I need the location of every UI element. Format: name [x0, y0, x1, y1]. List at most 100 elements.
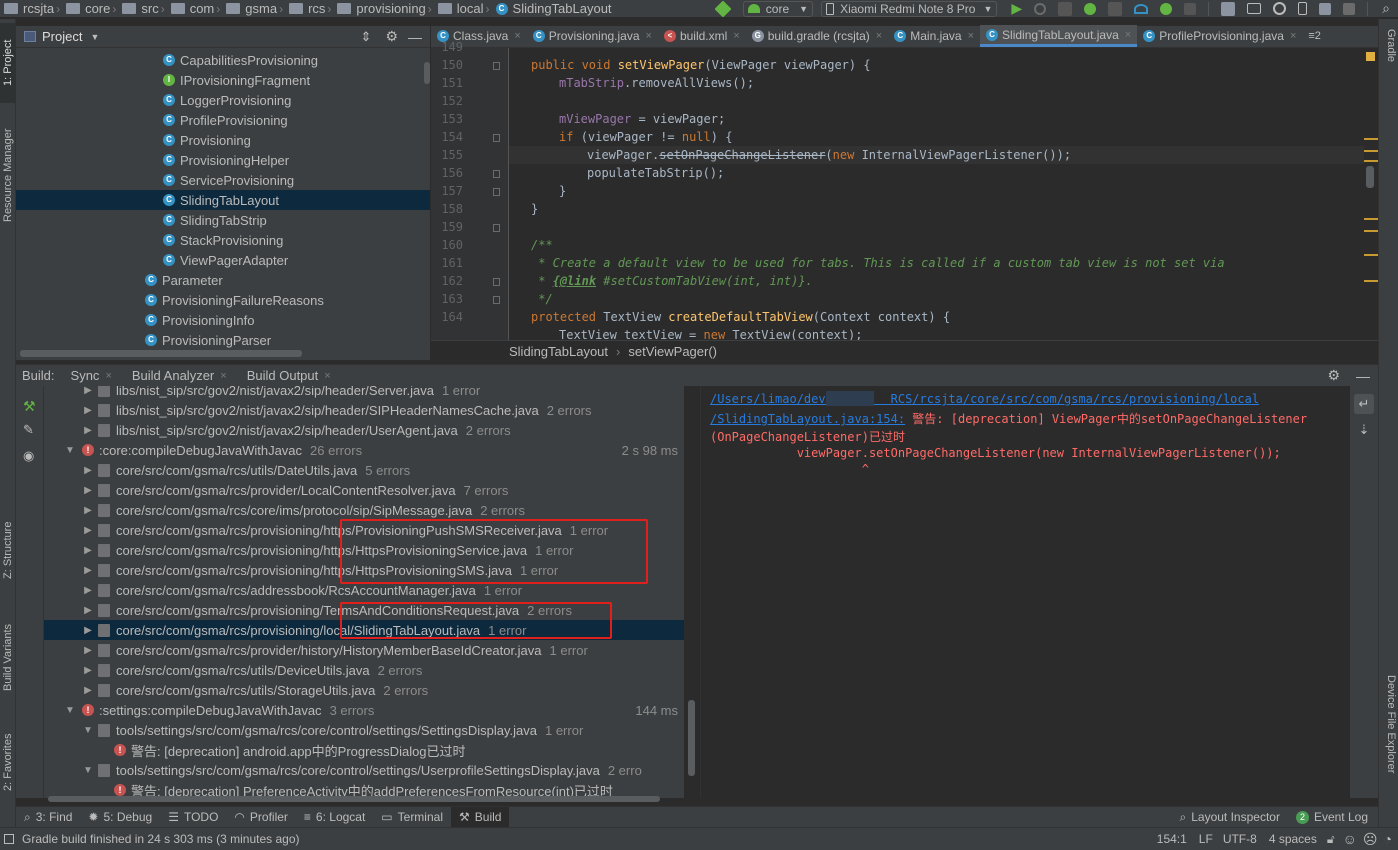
indent-setting[interactable]: 4 spaces [1269, 832, 1317, 846]
build-task-row[interactable]: ▼!:settings:compileDebugJavaWithJavac 3 e… [44, 700, 684, 720]
build-file-row[interactable]: ▶ core/src/com/gsma/rcs/provider/LocalCon… [44, 480, 684, 500]
tab-sync[interactable]: Sync × [61, 368, 122, 383]
device-file-explorer-tool-button[interactable]: Device File Explorer [1381, 675, 1397, 825]
build-tree-vertical-scrollbar[interactable] [688, 700, 695, 776]
project-tree-item[interactable]: C SlidingTabLayout [16, 190, 430, 210]
project-tree-item[interactable]: C ProvisioningHelper [16, 150, 430, 170]
project-horizontal-scrollbar[interactable] [20, 350, 302, 357]
fold-icon[interactable] [493, 188, 500, 196]
profiler-icon[interactable] [1134, 3, 1149, 14]
fold-icon[interactable] [493, 296, 500, 304]
project-tree-item[interactable]: C ViewPagerAdapter [16, 250, 430, 270]
build-file-row[interactable]: ▶ libs/nist_sip/src/gov2/nist/javax2/sip/… [44, 400, 684, 420]
eye-icon[interactable]: ◉ [23, 448, 37, 463]
smiley-icon[interactable]: ☺ [1343, 831, 1357, 847]
chevron-right-icon[interactable]: ▶ [82, 625, 94, 636]
editor-tab[interactable]: C Main.java × [888, 25, 980, 47]
minimize-icon[interactable]: — [408, 29, 422, 45]
tool-window-button[interactable]: ≡ 6: Logcat [296, 807, 373, 828]
fold-icon[interactable] [493, 134, 500, 142]
apply-code-changes-icon[interactable] [1058, 1, 1073, 16]
editor-vertical-scrollbar[interactable] [1366, 166, 1374, 188]
tab-build-analyzer[interactable]: Build Analyzer × [122, 368, 237, 383]
build-file-row[interactable]: ▶ libs/nist_sip/src/gov2/nist/javax2/sip/… [44, 386, 684, 400]
build-file-row[interactable]: ▼ tools/settings/src/com/gsma/rcs/core/co… [44, 720, 684, 740]
project-tool-button[interactable]: 1: Project [0, 23, 16, 103]
editor-tab[interactable]: C ProfileProvisioning.java × [1137, 25, 1302, 47]
build-file-row[interactable]: ▶ core/src/com/gsma/rcs/provider/history/… [44, 640, 684, 660]
project-tree-item[interactable]: C StackProvisioning [16, 230, 430, 250]
build-file-row[interactable]: ▶ core/src/com/gsma/rcs/core/ims/protocol… [44, 500, 684, 520]
apply-changes-icon[interactable] [1034, 2, 1047, 15]
chevron-down-icon[interactable]: ▼ [90, 32, 99, 42]
soft-wrap-icon[interactable]: ↵ [1354, 394, 1374, 414]
tool-window-button[interactable]: ⌕ Layout Inspector [1171, 807, 1287, 828]
tabs-overflow-button[interactable]: ≡2 [1302, 25, 1327, 47]
search-icon[interactable]: ⌕ [1382, 0, 1390, 17]
project-structure-icon[interactable] [1221, 1, 1236, 16]
project-tree-item[interactable]: I IProvisioningFragment [16, 70, 430, 90]
project-tree-item[interactable]: C LoggerProvisioning [16, 90, 430, 110]
lock-icon[interactable]: 🔓︎ [1327, 832, 1335, 847]
close-icon[interactable]: × [733, 30, 739, 42]
chevron-right-icon[interactable]: ▶ [82, 645, 94, 656]
line-separator[interactable]: LF [1199, 832, 1213, 846]
breadcrumb-provisioning[interactable]: provisioning [333, 1, 426, 16]
close-icon[interactable]: × [514, 30, 520, 42]
breadcrumb-local[interactable]: local [434, 1, 484, 16]
resource-manager-tool-button[interactable]: Resource Manager [0, 115, 16, 235]
toggle-tool-windows-icon[interactable] [4, 834, 14, 844]
chevron-right-icon[interactable]: ▶ [82, 685, 94, 696]
assistant-icon[interactable] [1343, 2, 1356, 15]
editor-tab[interactable]: C Provisioning.java × [527, 25, 658, 47]
tool-window-button[interactable]: ⌕ 3: Find [16, 807, 80, 828]
sync-icon[interactable] [1273, 2, 1287, 15]
favorites-tool-button[interactable]: 2: Favorites [0, 717, 16, 807]
chevron-right-icon[interactable]: ▶ [82, 386, 94, 396]
build-tree-horizontal-scrollbar[interactable] [48, 796, 660, 802]
sdk-manager-icon[interactable] [1319, 2, 1332, 15]
gear-icon[interactable]: ⚙ [1327, 367, 1340, 384]
stop-icon[interactable] [1184, 2, 1197, 15]
status-message[interactable]: Gradle build finished in 24 s 303 ms (3 … [22, 832, 299, 846]
chevron-right-icon[interactable]: ▶ [82, 405, 94, 416]
breadcrumb-core[interactable]: core [62, 1, 110, 16]
chevron-right-icon[interactable]: ▶ [82, 425, 94, 436]
build-file-row[interactable]: ▶ core/src/com/gsma/rcs/utils/StorageUtil… [44, 680, 684, 700]
close-icon[interactable]: × [968, 30, 974, 42]
pin-icon[interactable]: ✎ [23, 422, 37, 437]
project-tree-item[interactable]: C CapabilitiesProvisioning [16, 50, 430, 70]
close-icon[interactable]: × [220, 370, 226, 382]
fold-icon[interactable] [493, 224, 500, 232]
close-icon[interactable]: × [646, 30, 652, 42]
chevron-right-icon[interactable]: ▶ [82, 605, 94, 616]
tab-build-output[interactable]: Build Output × [237, 368, 341, 383]
profile-icon[interactable] [1108, 1, 1123, 16]
warning-stripe-mark[interactable] [1364, 230, 1378, 232]
warning-stripe-mark[interactable] [1364, 160, 1378, 162]
breadcrumb-class[interactable]: SlidingTabLayout [509, 344, 608, 359]
project-tree-item[interactable]: C Provisioning [16, 130, 430, 150]
tool-window-button[interactable]: ▭ Terminal [373, 807, 451, 828]
scroll-to-end-icon[interactable]: ⇣ [1354, 420, 1374, 440]
project-tree-item[interactable]: C ProvisioningParser [16, 330, 430, 348]
breadcrumb-method[interactable]: setViewPager() [628, 344, 717, 359]
build-file-row[interactable]: ▶ core/src/com/gsma/rcs/utils/DeviceUtils… [44, 660, 684, 680]
structure-tool-button[interactable]: Z: Structure [0, 505, 16, 595]
chevron-right-icon[interactable]: ▶ [82, 545, 94, 556]
editor-tab[interactable]: < build.xml × [658, 25, 746, 47]
build-file-row[interactable]: ▶ libs/nist_sip/src/gov2/nist/javax2/sip/… [44, 420, 684, 440]
warning-stripe-mark[interactable] [1364, 138, 1378, 140]
chevron-right-icon[interactable]: ▶ [82, 525, 94, 536]
chevron-right-icon[interactable]: ▶ [82, 665, 94, 676]
breadcrumb-src[interactable]: src [118, 1, 159, 16]
build-task-row[interactable]: ▼!:core:compileDebugJavaWithJavac 26 erro… [44, 440, 684, 460]
project-tree-item[interactable]: C ProvisioningFailureReasons [16, 290, 430, 310]
warning-indicator-icon[interactable] [1366, 52, 1375, 61]
attach-debugger-icon[interactable] [1160, 2, 1173, 15]
chevron-down-icon[interactable]: ▼ [82, 765, 94, 776]
tool-window-button[interactable]: ☰ TODO [160, 807, 226, 828]
chevron-down-icon[interactable]: ▼ [64, 705, 76, 716]
close-icon[interactable]: × [324, 370, 330, 382]
hammer-icon[interactable]: ⚒ [23, 398, 37, 414]
